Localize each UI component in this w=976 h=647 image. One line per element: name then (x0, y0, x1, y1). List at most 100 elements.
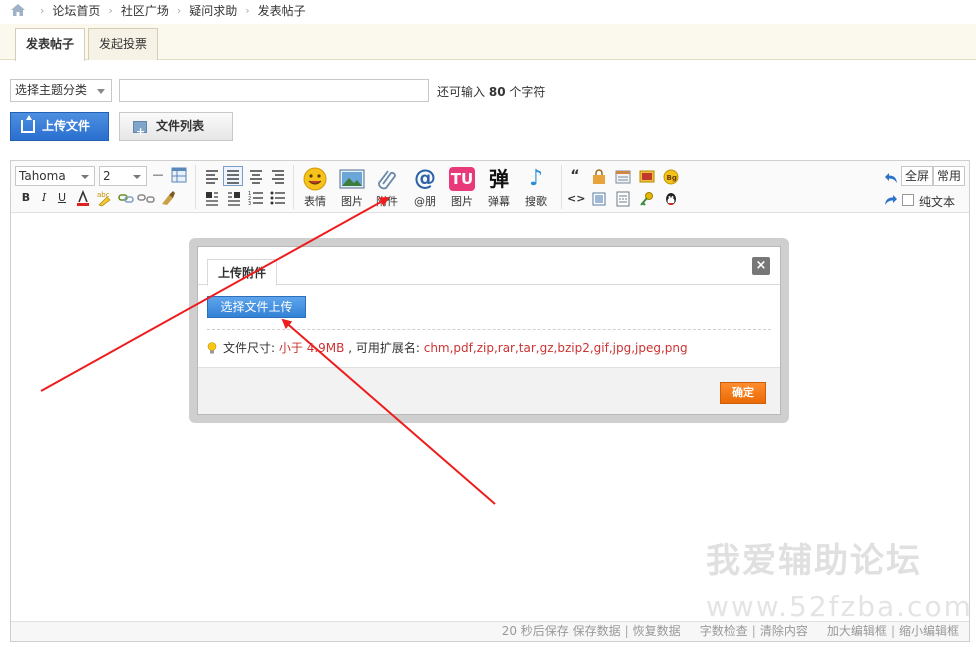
char-remaining-hint: 还可输入 80 个字符 (437, 83, 545, 100)
enlarge-editor-link[interactable]: 加大编辑框 (827, 624, 887, 638)
upload-file-label: 上传文件 (42, 119, 91, 133)
dialog-tab-bar: 上传附件 × (198, 247, 780, 286)
clear-format-icon[interactable] (159, 189, 177, 207)
hide-content-icon[interactable] (615, 169, 631, 185)
remain-count: 80 (488, 85, 506, 99)
password-content-icon[interactable] (639, 169, 655, 185)
dialog-footer: 确定 (198, 367, 780, 414)
shrink-editor-link[interactable]: 缩小编辑框 (899, 624, 959, 638)
lightbulb-icon (207, 342, 217, 354)
font-size-value: 2 (103, 169, 111, 183)
common-mode-button[interactable]: 常用 (933, 166, 966, 186)
music-note-icon: ♪ (528, 166, 544, 191)
table-icon[interactable] (171, 167, 187, 183)
italic-icon[interactable]: I (35, 189, 53, 207)
chevron-down-icon (97, 89, 105, 94)
breadcrumb: › 论坛首页 › 社区广场 › 疑问求助 › 发表帖子 (10, 2, 306, 18)
breadcrumb-separator: › (245, 3, 250, 17)
upload-limits-info: 文件尺寸: 小于 4.9MB , 可用扩展名: chm,pdf,zip,rar,… (207, 339, 688, 356)
editor-toolbar: Tahoma 2 — B I U abc 123 表情 图片 附件 @ @朋 T… (11, 161, 969, 213)
autosave-countdown: 20 秒后保存 (501, 624, 569, 638)
danmu-label: 弹幕 (488, 195, 510, 208)
search-song-button[interactable]: ♪ 搜歌 (522, 167, 550, 209)
float-right-icon[interactable] (225, 189, 243, 207)
save-data-link[interactable]: 保存数据 (573, 624, 621, 638)
svg-text:3: 3 (248, 201, 251, 207)
align-center-icon[interactable] (247, 167, 265, 185)
code-icon[interactable]: <> (567, 191, 585, 207)
search-key-icon[interactable] (639, 191, 655, 207)
topic-category-value: 选择主题分类 (15, 83, 88, 97)
choose-file-upload-button[interactable]: 选择文件上传 (207, 296, 306, 318)
font-family-value: Tahoma (19, 169, 66, 183)
attachment-button[interactable]: 附件 (373, 167, 401, 209)
tab-new-post[interactable]: 发表帖子 (15, 28, 86, 61)
home-icon[interactable] (10, 3, 26, 17)
editor-status-bar: 20 秒后保存 保存数据 | 恢复数据 字数检查 | 清除内容 加大编辑框 | 缩小编辑框 (11, 621, 969, 641)
mention-label: @朋 (414, 195, 436, 208)
upload-attachment-dialog-frame: 上传附件 × 选择文件上传 文件尺寸: 小于 4.9MB , 可用扩展名: ch… (189, 238, 789, 423)
font-family-select[interactable]: Tahoma (15, 166, 95, 186)
bold-icon[interactable]: B (17, 189, 35, 207)
at-icon: @ (414, 166, 436, 191)
fullscreen-button[interactable]: 全屏 (901, 166, 934, 186)
watermark-url: www.52fzba.com (706, 590, 973, 623)
confirm-button[interactable]: 确定 (720, 382, 766, 404)
float-left-icon[interactable] (203, 189, 221, 207)
breadcrumb-separator: › (108, 3, 113, 17)
close-icon[interactable]: × (752, 257, 770, 275)
restore-data-link[interactable]: 恢复数据 (633, 624, 681, 638)
align-right-icon[interactable] (269, 167, 287, 185)
file-list-icon (133, 118, 147, 145)
background-icon[interactable]: Bg (663, 169, 679, 185)
ordered-list-icon[interactable]: 123 (247, 189, 265, 207)
tu-image-button[interactable]: TU 图片 (448, 167, 476, 209)
clear-content-link[interactable]: 清除内容 (760, 624, 808, 638)
quote-icon[interactable]: “ (567, 169, 583, 185)
upload-icon (21, 115, 35, 133)
word-check-link[interactable]: 字数检查 (700, 624, 748, 638)
text-color-icon[interactable] (74, 189, 92, 207)
breadcrumb-item-community[interactable]: 社区广场 (121, 2, 169, 19)
breadcrumb-item-help[interactable]: 疑问求助 (189, 2, 237, 19)
flash-icon[interactable] (591, 191, 607, 207)
upload-file-button[interactable]: 上传文件 (10, 112, 109, 141)
upload-attachment-dialog: 上传附件 × 选择文件上传 文件尺寸: 小于 4.9MB , 可用扩展名: ch… (197, 246, 781, 415)
file-list-label: 文件列表 (156, 119, 205, 133)
subject-input[interactable] (119, 79, 429, 102)
free-content-icon[interactable] (591, 169, 607, 185)
image-icon (339, 169, 365, 189)
highlight-icon[interactable]: abc (95, 189, 113, 207)
font-size-select[interactable]: 2 (99, 166, 147, 186)
plain-text-checkbox[interactable] (902, 194, 914, 206)
image-button[interactable]: 图片 (338, 167, 366, 209)
file-list-button[interactable]: 文件列表 (119, 112, 233, 145)
breadcrumb-item-current: 发表帖子 (257, 3, 306, 18)
tu-image-label: 图片 (451, 195, 473, 208)
dialog-tab-upload-attachment[interactable]: 上传附件 (207, 259, 278, 286)
tab-new-poll[interactable]: 发起投票 (88, 28, 159, 60)
topic-category-select[interactable]: 选择主题分类 (10, 79, 112, 102)
undo-icon[interactable] (883, 170, 899, 186)
breadcrumb-separator: › (40, 3, 45, 17)
mention-button[interactable]: @ @朋 (411, 167, 439, 209)
emoticon-button[interactable]: 表情 (301, 167, 329, 209)
unlink-icon[interactable] (137, 189, 155, 207)
breadcrumb-separator: › (176, 3, 182, 17)
redo-icon[interactable] (883, 192, 899, 208)
align-left-icon[interactable] (203, 167, 221, 185)
align-justify-icon[interactable] (223, 166, 243, 186)
horizontal-rule-icon[interactable]: — (149, 166, 167, 184)
toolbar-divider (293, 165, 294, 209)
image-label: 图片 (341, 195, 363, 208)
danmu-button[interactable]: 弹 弹幕 (485, 167, 513, 209)
breadcrumb-item-forum-home[interactable]: 论坛首页 (52, 2, 100, 19)
emoticon-label: 表情 (304, 195, 326, 208)
qq-icon[interactable] (663, 191, 679, 207)
underline-icon[interactable]: U (53, 189, 71, 207)
toolbar-divider (195, 165, 196, 209)
unordered-list-icon[interactable] (269, 189, 287, 207)
svg-text:Bg: Bg (667, 174, 677, 182)
page-break-icon[interactable] (615, 191, 631, 207)
link-icon[interactable] (117, 189, 135, 207)
